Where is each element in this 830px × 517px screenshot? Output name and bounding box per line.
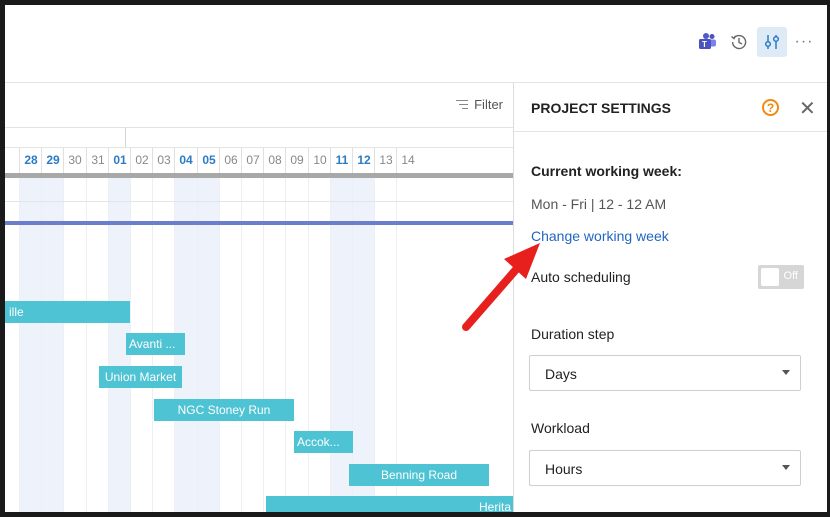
day-header-cell: 03 xyxy=(152,147,175,173)
task-bar[interactable]: NGC Stoney Run xyxy=(154,399,294,421)
task-bar[interactable]: Benning Road xyxy=(349,464,489,486)
month-divider xyxy=(125,127,126,147)
day-header-cell: 11 xyxy=(330,147,353,173)
filter-bar: Filter xyxy=(5,83,513,128)
row-divider xyxy=(5,201,513,202)
history-icon[interactable] xyxy=(726,29,752,55)
day-header-cell: 10 xyxy=(308,147,331,173)
toggle-state: Off xyxy=(783,270,798,282)
filter-button[interactable]: Filter xyxy=(456,97,503,112)
help-icon[interactable]: ? xyxy=(762,99,779,116)
filter-label: Filter xyxy=(474,97,503,112)
workload-value: Hours xyxy=(545,461,583,477)
project-summary-bar[interactable] xyxy=(5,173,513,178)
task-bar[interactable]: Accok... xyxy=(294,431,353,453)
project-settings-panel: PROJECT SETTINGS ? ✕ Current working wee… xyxy=(513,83,827,512)
month-header xyxy=(5,127,513,148)
day-header-cell: 31 xyxy=(86,147,109,173)
day-header-cell: 08 xyxy=(263,147,286,173)
task-bar[interactable]: Union Market xyxy=(99,366,182,388)
day-header: 28 29 30 31 01 02 03 04 05 06 07 08 09 10 11 12 13 14 xyxy=(5,147,513,173)
gantt-chart: Filter 28 29 30 31 01 02 03 04 05 06 07 08 09 10 11 12 1… xyxy=(5,83,513,512)
teams-icon[interactable]: T xyxy=(695,29,721,55)
task-bar[interactable]: Avanti ... xyxy=(126,333,185,355)
day-header-cell: 29 xyxy=(41,147,64,173)
day-header-cell: 05 xyxy=(197,147,220,173)
working-week-label: Current working week: xyxy=(531,163,682,179)
toggle-knob xyxy=(761,268,779,286)
day-header-cell: 09 xyxy=(285,147,308,173)
duration-step-value: Days xyxy=(545,366,577,382)
chevron-down-icon xyxy=(782,465,790,470)
duration-step-select[interactable]: Days xyxy=(529,355,801,391)
more-options-icon[interactable]: ··· xyxy=(791,29,817,55)
change-working-week-link[interactable]: Change working week xyxy=(531,228,669,244)
svg-text:T: T xyxy=(702,40,707,49)
day-header-cell: 06 xyxy=(219,147,242,173)
day-header-cell: 12 xyxy=(352,147,375,173)
filter-icon xyxy=(456,99,469,110)
panel-header: PROJECT SETTINGS ? ✕ xyxy=(514,83,827,132)
day-header-cell: 28 xyxy=(19,147,42,173)
panel-title: PROJECT SETTINGS xyxy=(531,100,672,116)
project-settings-icon[interactable] xyxy=(757,27,787,57)
task-bar[interactable]: ille xyxy=(5,301,130,323)
app-window: T ··· Filter 28 29 30 31 01 02 03 04 05 … xyxy=(5,5,827,512)
chevron-down-icon xyxy=(782,370,790,375)
top-toolbar: T ··· xyxy=(5,5,827,83)
group-summary-bar[interactable] xyxy=(5,221,513,225)
day-header-cell: 30 xyxy=(63,147,86,173)
close-icon[interactable]: ✕ xyxy=(799,96,816,121)
working-week-value: Mon - Fri | 12 - 12 AM xyxy=(531,196,667,212)
day-header-cell: 13 xyxy=(374,147,397,173)
auto-scheduling-toggle[interactable]: Off xyxy=(758,265,804,289)
day-header-cell: 14 xyxy=(396,147,419,173)
day-header-cell: 04 xyxy=(174,147,197,173)
annotation-arrow xyxy=(462,243,540,331)
day-header-cell: 07 xyxy=(241,147,264,173)
task-bar[interactable]: Herita xyxy=(266,496,513,512)
day-header-cell: 01 xyxy=(108,147,131,173)
day-header-cell: 02 xyxy=(130,147,153,173)
workload-select[interactable]: Hours xyxy=(529,450,801,486)
workload-label: Workload xyxy=(531,420,590,436)
